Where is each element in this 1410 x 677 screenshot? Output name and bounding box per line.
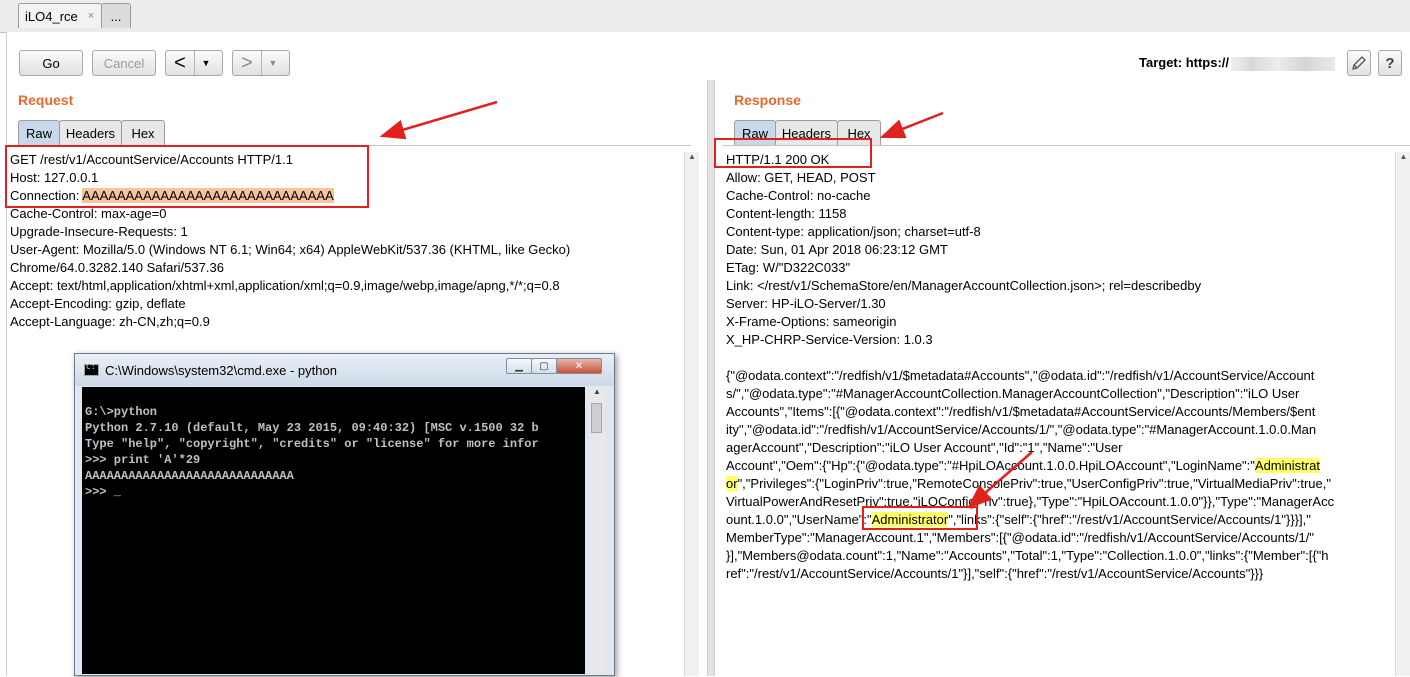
arrow-to-request bbox=[379, 100, 498, 140]
annotation-arrows bbox=[379, 100, 1033, 509]
arrow-to-status bbox=[879, 111, 944, 139]
arrow-to-username bbox=[967, 451, 1033, 509]
